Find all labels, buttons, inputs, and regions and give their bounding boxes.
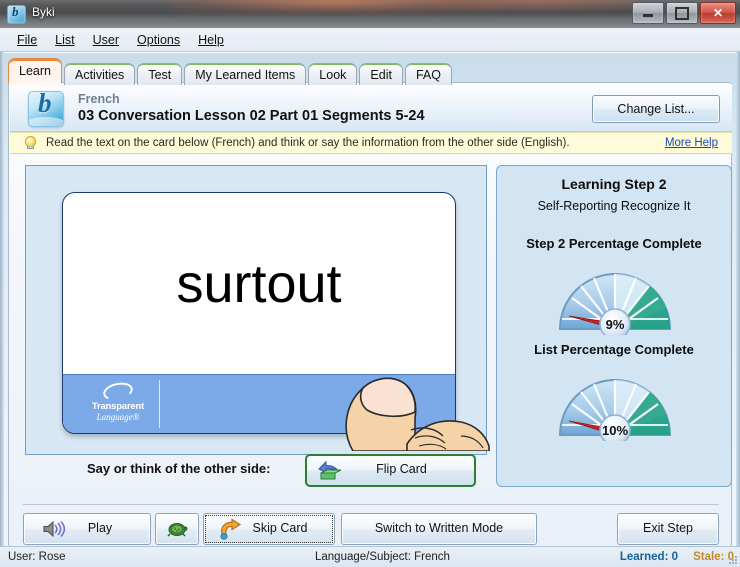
tab-test-label: Test — [148, 67, 172, 82]
learning-step-subheading: Self-Reporting Recognize It — [537, 199, 691, 213]
flip-card-label: Flip Card — [376, 462, 427, 476]
list-header: French 03 Conversation Lesson 02 Part 01… — [10, 84, 732, 132]
tab-test[interactable]: Test — [137, 63, 183, 85]
hint-text: Read the text on the card below (French)… — [46, 137, 570, 149]
status-language-subject: Language/Subject: French — [315, 551, 450, 563]
lightbulb-icon — [24, 136, 36, 149]
learning-step-panel: Learning Step 2 Self-Reporting Recognize… — [496, 165, 732, 487]
turtle-icon — [167, 523, 188, 537]
step-percentage-title: Step 2 Percentage Complete — [526, 236, 702, 251]
flashcard-pane: surtout Transparent Language® — [25, 165, 490, 455]
bottom-toolbar: Play Skip Card Switch to Written Mode Ex… — [23, 513, 719, 545]
skip-card-label: Skip Card — [252, 521, 308, 535]
change-list-label: Change List... — [617, 102, 695, 116]
client-edge-left — [0, 52, 4, 567]
close-icon: ✕ — [712, 6, 724, 20]
step-percentage-gauge: 9% — [558, 273, 672, 335]
minimize-icon — [643, 14, 653, 17]
close-button[interactable]: ✕ — [700, 2, 736, 24]
brand-line-1: Transparent — [91, 401, 145, 412]
tab-learn[interactable]: Learn — [8, 58, 62, 85]
menu-item-list[interactable]: List — [46, 31, 83, 49]
hint-bar: Read the text on the card below (French)… — [10, 132, 732, 154]
learn-panel: French 03 Conversation Lesson 02 Part 01… — [8, 82, 732, 547]
exit-step-button[interactable]: Exit Step — [617, 513, 719, 545]
flashcard[interactable]: surtout Transparent Language® — [62, 192, 456, 434]
tab-my-learned-items-label: My Learned Items — [195, 67, 296, 82]
title-bar: Byki ✕ — [0, 0, 740, 28]
tab-edit[interactable]: Edit — [359, 63, 403, 85]
window-controls: ✕ — [632, 2, 736, 24]
maximize-icon — [675, 6, 689, 20]
toolbar-separator — [23, 504, 719, 505]
tab-edit-label: Edit — [370, 67, 392, 82]
menu-item-user[interactable]: User — [84, 31, 128, 49]
menu-item-options[interactable]: Options — [128, 31, 189, 49]
window-title: Byki — [32, 5, 55, 19]
flashcard-strip-divider — [159, 380, 160, 428]
menu-options-label: Options — [137, 32, 181, 47]
change-list-button[interactable]: Change List... — [592, 95, 720, 123]
learning-step-heading: Learning Step 2 — [561, 176, 667, 192]
tab-look-label: Look — [319, 67, 347, 82]
tab-learn-label: Learn — [19, 64, 51, 78]
title-bar-glow-secondary — [430, 0, 640, 10]
status-bar: User: Rose Language/Subject: French Lear… — [0, 546, 740, 567]
status-user: User: Rose — [8, 551, 66, 563]
resize-grip[interactable] — [728, 555, 738, 565]
list-gauge-value: 10% — [602, 423, 628, 438]
play-button[interactable]: Play — [23, 513, 151, 545]
flashcard-word: surtout — [176, 254, 342, 314]
transparent-language-swirl-icon — [101, 380, 135, 403]
say-or-think-label: Say or think of the other side: — [87, 461, 271, 476]
switch-to-written-mode-label: Switch to Written Mode — [374, 521, 504, 535]
step-gauge-value: 9% — [606, 317, 625, 332]
exit-step-label: Exit Step — [642, 521, 694, 535]
list-language: French — [78, 92, 120, 106]
status-learned-count: Learned: 0 — [619, 551, 678, 563]
menu-bar: File List User Options Help — [0, 28, 740, 52]
menu-user-label: User — [92, 32, 120, 47]
skip-card-button[interactable]: Skip Card — [203, 513, 335, 545]
list-title: 03 Conversation Lesson 02 Part 01 Segmen… — [78, 108, 425, 124]
tab-my-learned-items[interactable]: My Learned Items — [184, 63, 307, 85]
slow-playback-button[interactable] — [155, 513, 199, 545]
minimize-button[interactable] — [632, 2, 664, 24]
tab-activities-label: Activities — [74, 67, 125, 82]
menu-list-label: List — [55, 32, 75, 47]
tab-faq[interactable]: FAQ — [404, 63, 452, 85]
client-edge-right — [736, 52, 740, 567]
flashcard-footer-strip: Transparent Language® — [63, 374, 455, 433]
main-tab-strip: Learn Activities Test My Learned Items L… — [8, 58, 454, 85]
menu-item-help[interactable]: Help — [189, 31, 233, 49]
menu-help-label: Help — [198, 32, 224, 47]
more-help-link[interactable]: More Help — [665, 137, 718, 149]
menu-item-file[interactable]: File — [8, 31, 46, 49]
play-label: Play — [87, 521, 113, 535]
tab-activities[interactable]: Activities — [63, 63, 136, 85]
flip-card-button[interactable]: Flip Card — [305, 454, 476, 487]
transparent-language-logo: Transparent Language® — [83, 380, 153, 422]
byki-logo-icon — [7, 4, 26, 24]
byki-list-icon — [28, 91, 64, 127]
tab-look[interactable]: Look — [308, 63, 358, 85]
switch-to-written-mode-button[interactable]: Switch to Written Mode — [341, 513, 537, 545]
byki-application-window: Byki ✕ File List User Options Help Learn… — [0, 0, 740, 567]
brand-line-2: Language® — [96, 412, 140, 422]
tab-faq-label: FAQ — [415, 67, 441, 82]
menu-file-label: File — [17, 32, 38, 47]
maximize-button[interactable] — [666, 2, 698, 24]
list-percentage-gauge: 10% — [558, 379, 672, 441]
list-percentage-title: List Percentage Complete — [534, 342, 694, 357]
